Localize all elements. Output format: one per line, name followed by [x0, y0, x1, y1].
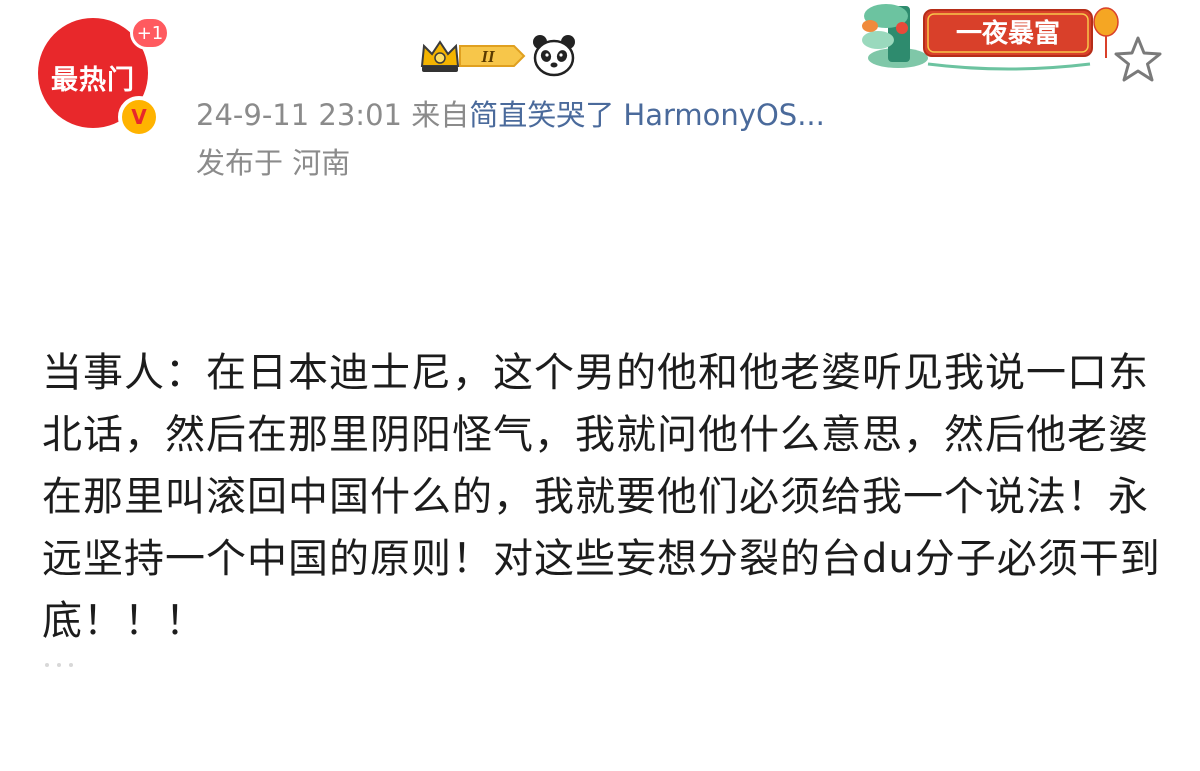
post-meta: 24-9-11 23:01 来自简直笑哭了 HarmonyOS... [196, 92, 825, 134]
banner-text: 一夜暴富 [956, 18, 1060, 49]
post-time: 24-9-11 23:01 [196, 98, 402, 132]
panda-icon[interactable] [530, 32, 578, 80]
notification-badge: +1 [130, 16, 170, 50]
fortune-decoration[interactable]: 一夜暴富 [858, 0, 1120, 72]
crown-icon [420, 40, 460, 72]
user-avatar-group[interactable]: 最热门 +1 V [38, 16, 170, 138]
post-source-link[interactable]: 简直笑哭了 HarmonyOS... [469, 98, 825, 132]
favorite-star-icon[interactable] [1112, 34, 1164, 84]
crown-level-badge[interactable]: II [418, 36, 528, 76]
source-prefix: 来自 [411, 98, 470, 132]
ellipsis-icon [45, 663, 73, 667]
verified-badge-icon: V [118, 96, 160, 138]
level-badge-text: II [480, 47, 496, 66]
post-location: 发布于 河南 [196, 146, 351, 180]
post-content: 当事人：在日本迪士尼，这个男的他和他老婆听见我说一口东北话，然后在那里阴阳怪气，… [42, 350, 1161, 644]
avatar-text: 最热门 [51, 64, 135, 96]
